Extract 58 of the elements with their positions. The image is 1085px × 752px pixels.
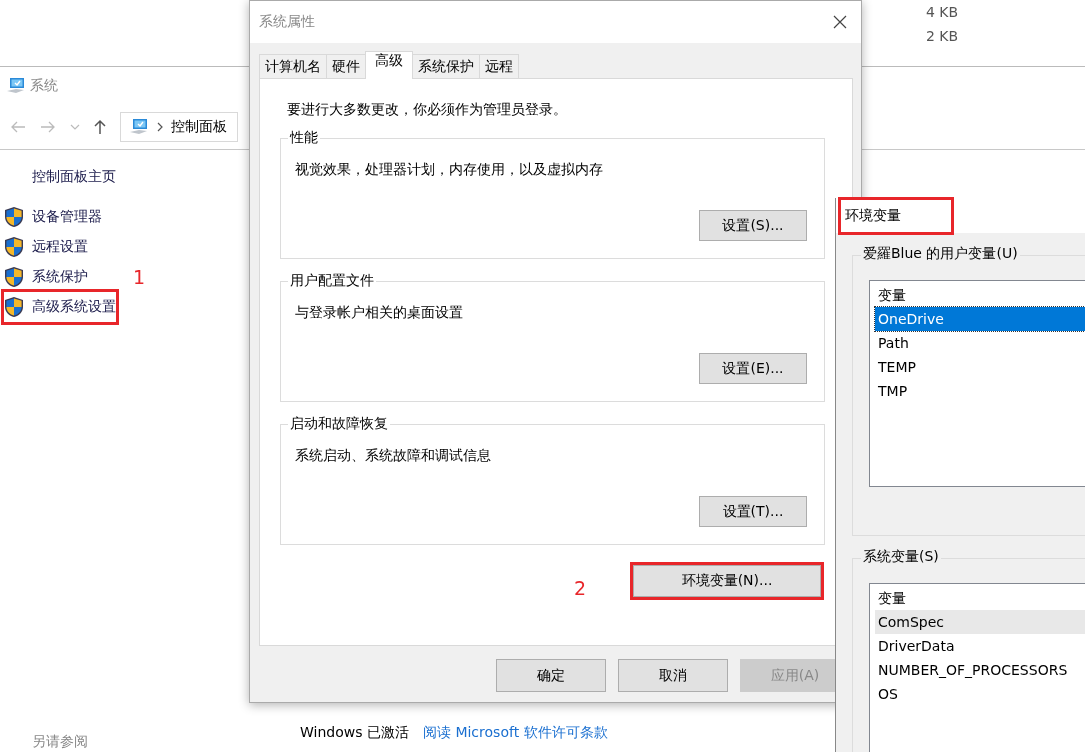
shield-icon [4, 266, 24, 288]
sidebar-link[interactable]: 系统保护 [4, 262, 88, 292]
dropdown-icon[interactable] [70, 124, 80, 130]
file-size: 2 KB [926, 28, 959, 44]
notice-text: 要进行大多数更改，你必须作为管理员登录。 [287, 101, 568, 119]
variable-row[interactable]: TMP [875, 379, 1085, 404]
group-title: 用户配置文件 [288, 272, 376, 290]
environment-variables-button[interactable]: 环境变量(N)... [633, 565, 821, 597]
group-description: 视觉效果，处理器计划，内存使用，以及虚拟内存 [295, 161, 604, 179]
column-header[interactable]: 变量 [875, 588, 1085, 610]
group-description: 与登录帐户相关的桌面设置 [295, 304, 464, 322]
settings-button[interactable]: 设置(S)... [699, 210, 807, 241]
breadcrumb[interactable]: 控制面板 [171, 118, 227, 136]
sidebar-link[interactable]: 远程设置 [4, 232, 88, 262]
variable-row[interactable]: DriverData [875, 634, 1085, 658]
dialog-button[interactable]: 确定 [496, 659, 606, 692]
variable-row[interactable]: NUMBER_OF_PROCESSORS [875, 658, 1085, 682]
sidebar-link[interactable]: 高级系统设置 [4, 292, 116, 322]
forward-icon[interactable] [40, 121, 56, 133]
computer-icon [6, 77, 26, 95]
up-icon[interactable] [94, 119, 106, 135]
group-title: 启动和故障恢复 [288, 415, 390, 433]
group-description: 系统启动、系统故障和调试信息 [295, 447, 492, 465]
back-icon[interactable] [10, 121, 26, 133]
file-size: 4 KB [926, 4, 959, 20]
sidebar-link[interactable]: 控制面板主页 [32, 168, 116, 186]
activation-status: Windows 已激活 [300, 724, 409, 742]
dialog-button[interactable]: 取消 [618, 659, 728, 692]
column-header[interactable]: 变量 [875, 285, 1085, 308]
dialog-title: 系统属性 [259, 13, 315, 31]
computer-icon [129, 118, 149, 136]
settings-button[interactable]: 设置(E)... [699, 353, 807, 384]
section-heading: 另请参阅 [32, 733, 88, 751]
variable-list[interactable]: 变量 OneDrive Path TEMP TMP [869, 280, 1085, 488]
group-title: 性能 [288, 129, 320, 147]
close-icon[interactable] [833, 15, 847, 29]
variable-row[interactable]: ComSpec [875, 610, 1085, 634]
tab[interactable]: 计算机名 [259, 54, 327, 78]
sidebar-link[interactable]: 设备管理器 [4, 202, 102, 232]
step-number: 1 [133, 266, 146, 288]
tab[interactable]: 高级 [365, 51, 413, 79]
variable-row[interactable]: OS [875, 682, 1085, 706]
dialog-title: 环境变量 [841, 199, 951, 232]
group-title: 系统变量(S) [861, 548, 941, 566]
tab[interactable]: 远程 [479, 54, 519, 78]
variable-row[interactable]: Path [875, 331, 1085, 356]
license-link[interactable]: 阅读 Microsoft 软件许可条款 [422, 724, 608, 742]
window-title: 系统 [30, 77, 58, 95]
variable-list[interactable]: 变量 ComSpec DriverData NUMBER_OF_PROCESSORS OS [869, 583, 1085, 752]
address-bar[interactable]: 控制面板 [120, 112, 238, 142]
step-number: 2 [574, 577, 587, 599]
settings-button[interactable]: 设置(T)... [699, 496, 807, 527]
shield-icon [4, 206, 24, 228]
shield-icon [4, 296, 24, 318]
variable-row[interactable]: TEMP [875, 355, 1085, 380]
chevron-icon [157, 122, 163, 132]
variable-row[interactable]: OneDrive [875, 307, 1085, 332]
shield-icon [4, 236, 24, 258]
